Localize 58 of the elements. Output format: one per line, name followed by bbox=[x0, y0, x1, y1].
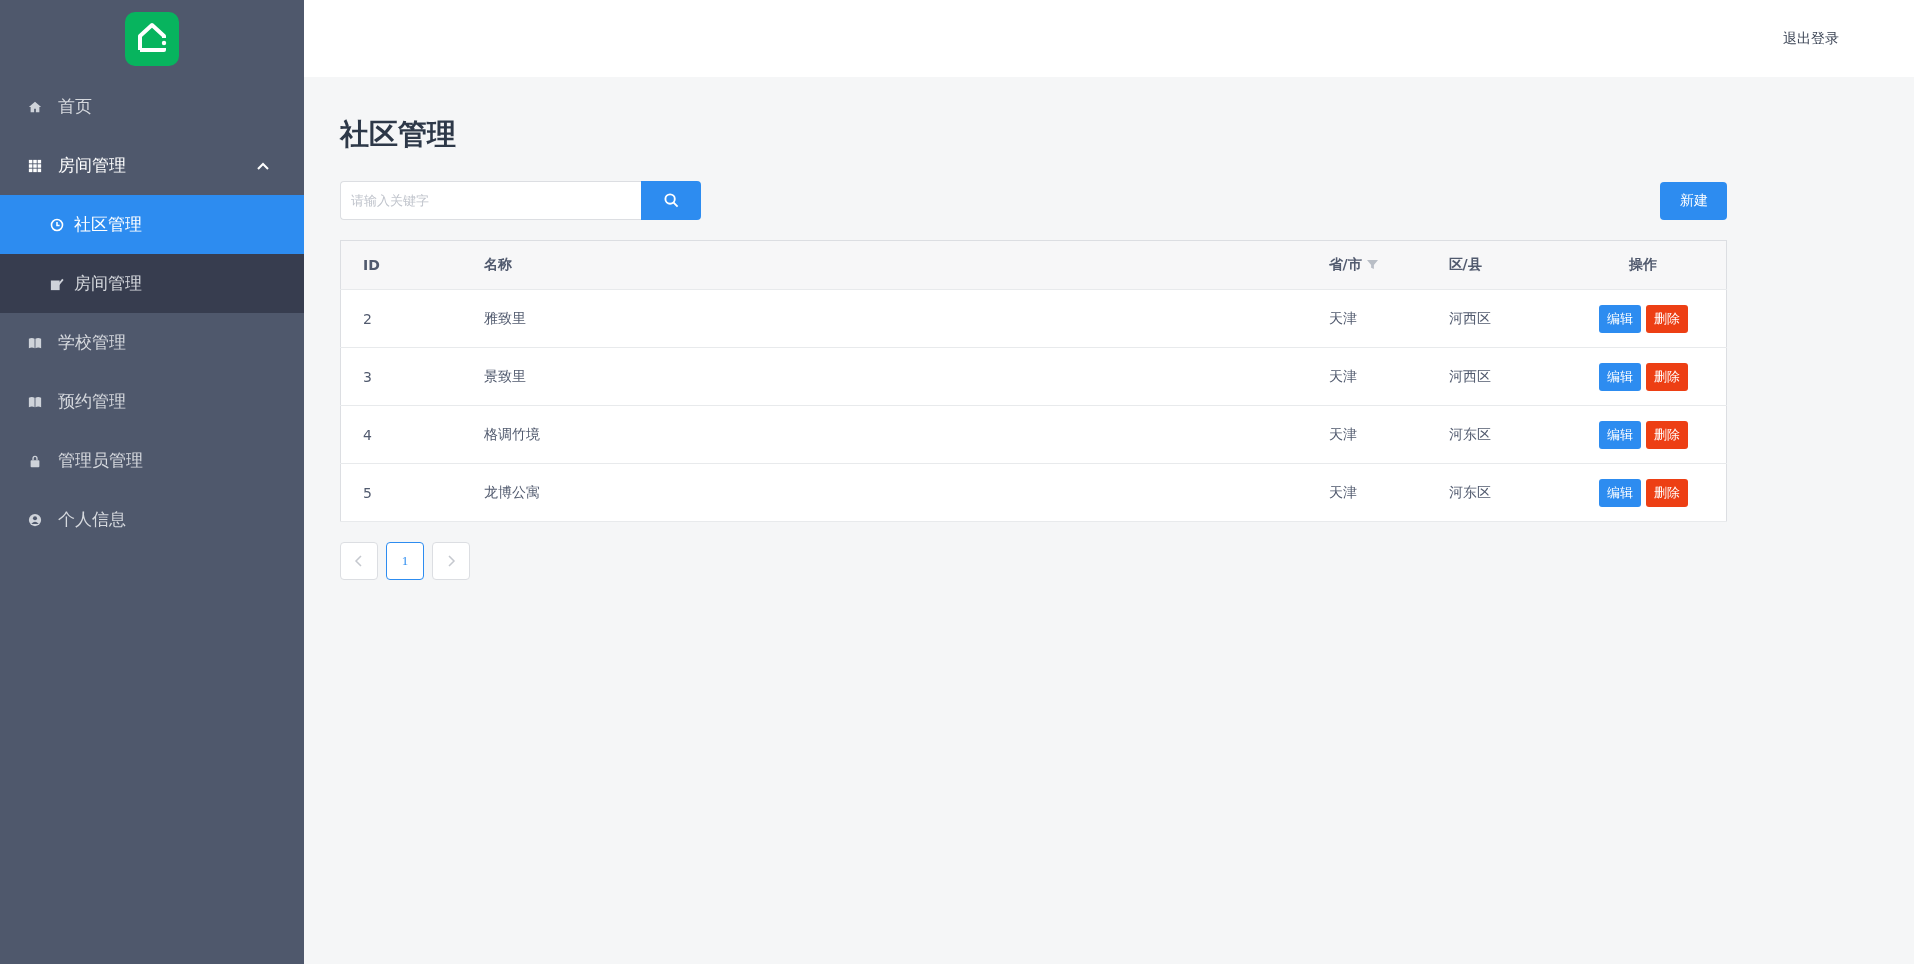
page-button[interactable]: 1 bbox=[386, 542, 424, 580]
table-cell: 天津 bbox=[1328, 425, 1357, 442]
search-field[interactable]: 请输入关键字 bbox=[340, 181, 641, 220]
table-cell: 天津 bbox=[1328, 367, 1357, 384]
sidebar-item[interactable]: 房间管理 bbox=[0, 136, 304, 195]
column-header: 省/市 bbox=[1328, 256, 1362, 272]
edit-button[interactable]: 编辑 bbox=[1598, 420, 1641, 449]
delete-button[interactable]: 删除 bbox=[1645, 362, 1688, 391]
delete-button[interactable]: 删除 bbox=[1645, 478, 1688, 507]
page-title: 社区管理 bbox=[340, 116, 457, 153]
edit-icon bbox=[50, 276, 64, 291]
edit-button[interactable]: 编辑 bbox=[1598, 362, 1641, 391]
prev-page-button[interactable] bbox=[340, 542, 378, 580]
logout-link[interactable]: 退出登录 bbox=[1783, 29, 1839, 48]
grid-icon bbox=[28, 158, 42, 173]
user-icon bbox=[28, 512, 42, 527]
sidebar-item[interactable]: 首页 bbox=[0, 77, 304, 136]
sidebar-item[interactable]: 学校管理 bbox=[0, 313, 304, 372]
clock-icon bbox=[50, 217, 64, 232]
book-icon bbox=[28, 335, 42, 350]
column-header: ID bbox=[363, 257, 380, 273]
sidebar-item[interactable]: 个人信息 bbox=[0, 490, 304, 549]
table-cell: 3 bbox=[363, 368, 372, 385]
filter-icon[interactable] bbox=[1366, 259, 1378, 270]
chevron-left-icon bbox=[353, 555, 365, 567]
table-cell: 龙博公寓 bbox=[483, 483, 540, 500]
table-cell: 5 bbox=[363, 484, 372, 501]
table-cell: 河西区 bbox=[1448, 367, 1491, 384]
table-cell: 格调竹境 bbox=[483, 425, 540, 442]
house-logo-icon bbox=[125, 11, 179, 66]
sidebar-subitem[interactable]: 社区管理 bbox=[0, 195, 304, 254]
table-cell: 景致里 bbox=[483, 367, 526, 384]
table-cell: 2 bbox=[363, 310, 372, 327]
delete-button[interactable]: 删除 bbox=[1645, 420, 1688, 449]
book-icon bbox=[28, 394, 42, 409]
table-cell: 河西区 bbox=[1448, 309, 1491, 326]
table-cell: 河东区 bbox=[1448, 483, 1491, 500]
lock-icon bbox=[28, 453, 42, 468]
table-cell: 4 bbox=[363, 426, 372, 443]
sidebar-item[interactable]: 预约管理 bbox=[0, 372, 304, 431]
column-header: 名称 bbox=[483, 256, 512, 272]
search-button[interactable] bbox=[641, 181, 701, 220]
delete-button[interactable]: 删除 bbox=[1645, 304, 1688, 333]
chevron-right-icon bbox=[445, 555, 457, 567]
table-cell: 天津 bbox=[1328, 309, 1357, 326]
table-cell: 天津 bbox=[1328, 483, 1357, 500]
edit-button[interactable]: 编辑 bbox=[1598, 304, 1641, 333]
edit-button[interactable]: 编辑 bbox=[1598, 478, 1641, 507]
house-icon bbox=[28, 99, 42, 114]
column-header: 区/县 bbox=[1448, 256, 1482, 272]
search-icon bbox=[663, 193, 679, 208]
sidebar-item[interactable]: 管理员管理 bbox=[0, 431, 304, 490]
new-button[interactable]: 新建 bbox=[1660, 181, 1727, 220]
column-header: 操作 bbox=[1629, 256, 1658, 272]
sidebar-subitem[interactable]: 房间管理 bbox=[0, 254, 304, 313]
table-cell: 雅致里 bbox=[483, 309, 526, 326]
next-page-button[interactable] bbox=[432, 542, 470, 580]
table-cell: 河东区 bbox=[1448, 425, 1491, 442]
